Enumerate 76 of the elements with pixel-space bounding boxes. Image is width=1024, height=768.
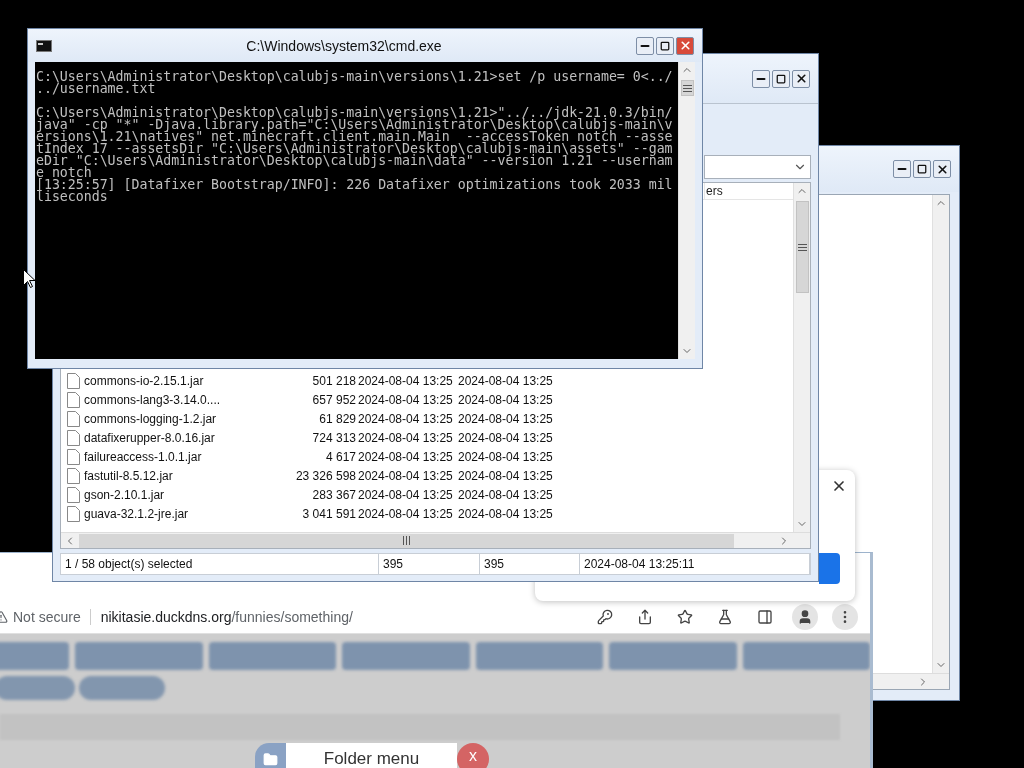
scroll-thumb[interactable] bbox=[795, 201, 809, 293]
file-created: 2024-08-04 13:25 bbox=[358, 392, 454, 407]
file-modified: 2024-08-04 13:25 bbox=[458, 506, 554, 521]
maximize-icon[interactable] bbox=[917, 164, 927, 174]
file-icon bbox=[67, 410, 80, 427]
scroll-thumb[interactable] bbox=[79, 533, 734, 548]
security-label[interactable]: Not secure bbox=[13, 608, 91, 625]
file-name[interactable]: commons-lang3-3.14.0.... bbox=[80, 392, 270, 407]
file-created: 2024-08-04 13:25 bbox=[358, 373, 454, 388]
file-icon bbox=[67, 429, 80, 446]
file-icon bbox=[67, 448, 80, 465]
file-created: 2024-08-04 13:25 bbox=[358, 487, 454, 502]
file-modified: 2024-08-04 13:25 bbox=[458, 449, 554, 464]
file-modified: 2024-08-04 13:25 bbox=[458, 487, 554, 502]
file-size: 4 617 bbox=[324, 449, 356, 464]
console-line: liseconds bbox=[36, 191, 108, 203]
vertical-scrollbar[interactable] bbox=[793, 183, 810, 532]
console-line: ersions\1.21\natives" net.minecraft.client.main.Main --accessToken notch --asse bbox=[36, 131, 674, 143]
console-line: e notch bbox=[36, 167, 92, 179]
maximize-icon[interactable] bbox=[776, 73, 786, 84]
file-name[interactable]: guava-32.1.2-jre.jar bbox=[80, 506, 270, 521]
horizontal-scrollbar[interactable] bbox=[872, 673, 949, 689]
file-name[interactable]: failureaccess-1.0.1.jar bbox=[80, 449, 270, 464]
file-icon bbox=[67, 391, 80, 408]
console-line: [13:25:57] [Datafixer Bootstrap/INFO]: 226 Datafixer optimizations took 2033 mil bbox=[36, 179, 674, 191]
status-text: 395 bbox=[480, 554, 580, 574]
maximize-button[interactable] bbox=[772, 69, 790, 88]
file-size: 3 041 591 bbox=[301, 506, 356, 521]
status-text: 1 / 58 object(s) selected bbox=[61, 554, 379, 574]
console-line: eDir "C:\Users\Administrator\Desktop\calubjs-main\data" --version 1.21 --usernam bbox=[36, 155, 674, 167]
file-icon bbox=[67, 486, 80, 503]
console-icon bbox=[36, 39, 52, 52]
file-modified: 2024-08-04 13:25 bbox=[458, 430, 554, 445]
file-modified: 2024-08-04 13:25 bbox=[458, 373, 554, 388]
file-name[interactable]: gson-2.10.1.jar bbox=[80, 487, 270, 502]
file-size: 23 326 598 bbox=[294, 468, 356, 483]
file-name[interactable]: commons-logging-1.2.jar bbox=[80, 411, 270, 426]
maximize-button[interactable] bbox=[656, 36, 674, 55]
file-name[interactable]: datafixerupper-8.0.16.jar bbox=[80, 430, 270, 445]
file-modified: 2024-08-04 13:25 bbox=[458, 468, 554, 483]
file-icon bbox=[67, 467, 80, 484]
file-icon bbox=[67, 372, 80, 389]
file-created: 2024-08-04 13:25 bbox=[358, 506, 454, 521]
console-line: java" -cp "*" -Djava.library.path="C:\Users\Administrator\Desktop\calubjs-main\v bbox=[36, 119, 674, 131]
file-created: 2024-08-04 13:25 bbox=[358, 449, 454, 464]
menu-icon[interactable] bbox=[832, 603, 858, 630]
window-title: C:\Windows\system32\cmd.exe bbox=[245, 37, 443, 54]
console-line: tIndex 17 --assetsDir "C:\Users\Administrator\Desktop\calubjs-main\assets" --gam bbox=[36, 143, 674, 155]
vertical-scrollbar[interactable] bbox=[678, 62, 695, 359]
file-size: 501 218 bbox=[311, 373, 356, 388]
horizontal-scrollbar[interactable] bbox=[61, 532, 810, 548]
file-size: 61 829 bbox=[318, 411, 356, 426]
file-created: 2024-08-04 13:25 bbox=[358, 430, 454, 445]
file-created: 2024-08-04 13:25 bbox=[358, 411, 454, 426]
file-size: 724 313 bbox=[311, 430, 356, 445]
folder-menu-title: Folder menu bbox=[286, 743, 457, 768]
file-modified: 2024-08-04 13:25 bbox=[458, 411, 554, 426]
console-line: C:\Users\Administrator\Desktop\calubjs-main\versions\1.21>set /p username= 0<../ bbox=[36, 71, 674, 83]
url-text[interactable]: nikitasie.duckdns.org/funnies/something/ bbox=[100, 608, 353, 625]
file-created: 2024-08-04 13:25 bbox=[358, 468, 454, 483]
scroll-thumb[interactable] bbox=[680, 80, 694, 96]
file-icon bbox=[67, 505, 80, 522]
file-size: 657 952 bbox=[311, 392, 356, 407]
file-name[interactable]: commons-io-2.15.1.jar bbox=[80, 373, 270, 388]
console-line: ../username.txt bbox=[36, 83, 156, 95]
file-name[interactable]: fastutil-8.5.12.jar bbox=[80, 468, 270, 483]
folder-menu-close-button[interactable]: x bbox=[457, 743, 489, 768]
file-modified: 2024-08-04 13:25 bbox=[458, 392, 554, 407]
status-text: 395 bbox=[379, 554, 480, 574]
status-text: 2024-08-04 13:25:11 bbox=[580, 554, 810, 574]
profile-icon[interactable] bbox=[792, 603, 818, 630]
file-size: 283 367 bbox=[311, 487, 356, 502]
maximize-button[interactable] bbox=[913, 160, 931, 178]
folder-icon bbox=[255, 743, 286, 768]
console-line: C:\Users\Administrator\Desktop\calubjs-main\versions\1.21>"../../jdk-21.0.3/bin/ bbox=[36, 107, 674, 119]
maximize-icon[interactable] bbox=[660, 40, 670, 51]
